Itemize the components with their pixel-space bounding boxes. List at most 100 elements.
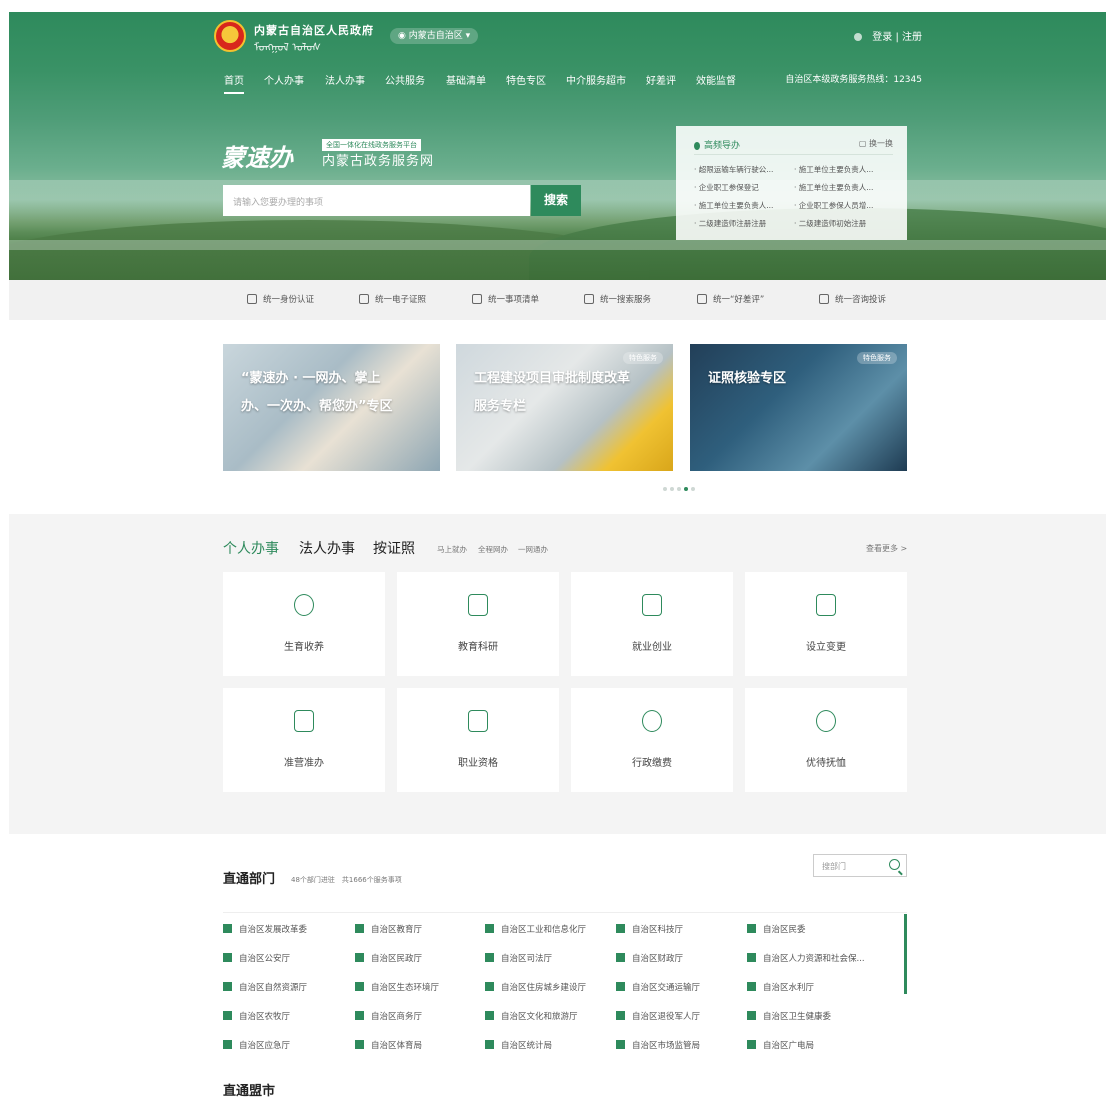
card-label: 生育收养 (284, 642, 324, 653)
dept-item[interactable]: 自治区科技厅 (616, 923, 744, 935)
banner-engineering[interactable]: 特色服务 工程建设项目审批制度改革 服务专栏 (456, 344, 673, 471)
hot-item[interactable]: · 企业职工参保人员增... (794, 200, 890, 211)
dept-item[interactable]: 自治区公安厅 (223, 952, 351, 964)
strip-item-evaluation[interactable]: 统一“好差评” (697, 293, 764, 305)
banner-license-verify[interactable]: 特色服务 证照核验专区 (690, 344, 907, 471)
service-card-employment[interactable]: 就业创业 (571, 572, 733, 676)
dept-item[interactable]: 自治区民政厅 (355, 952, 483, 964)
divider (694, 154, 893, 155)
mist-decoration (9, 240, 1106, 250)
dept-item[interactable]: 自治区司法厅 (485, 952, 613, 964)
service-card-qualification[interactable]: 职业资格 (397, 688, 559, 792)
dept-item[interactable]: 自治区退役军人厅 (616, 1010, 744, 1022)
dept-item[interactable]: 自治区人力资源和社会保... (747, 952, 897, 964)
hot-item[interactable]: · 超限运输车辆行驶公... (694, 164, 790, 175)
nav-item-supervision[interactable]: 效能监督 (696, 72, 736, 92)
carousel-dot-active[interactable] (684, 487, 688, 491)
tab-legal[interactable]: 法人办事 (299, 538, 355, 558)
card-label: 教育科研 (458, 642, 498, 653)
search-icon[interactable] (889, 859, 900, 870)
banner-text: 证照核验专区 (708, 371, 787, 386)
dept-item[interactable]: 自治区工业和信息化厅 (485, 923, 613, 935)
dept-item[interactable]: 自治区水利厅 (747, 981, 897, 993)
dept-item[interactable]: 自治区应急厅 (223, 1039, 351, 1051)
dept-item[interactable]: 自治区卫生健康委 (747, 1010, 897, 1022)
dept-item[interactable]: 自治区住房城乡建设厅 (485, 981, 613, 993)
service-card-care[interactable]: 优待抚恤 (745, 688, 907, 792)
national-emblem-icon[interactable] (214, 20, 246, 52)
dept-item[interactable]: 自治区财政厅 (616, 952, 744, 964)
dept-item[interactable]: 自治区统计局 (485, 1039, 613, 1051)
banner-text: 办、一次办、帮您办”专区 (241, 399, 393, 414)
nav-item-basic-list[interactable]: 基础清单 (446, 72, 486, 92)
strip-item-complaint[interactable]: 统一咨询投诉 (819, 293, 886, 305)
search-placeholder: 搜部门 (822, 862, 846, 871)
carousel-dot[interactable] (670, 487, 674, 491)
hot-item[interactable]: · 二级建造师初始注册 (794, 218, 890, 229)
nav-item-agency-market[interactable]: 中介服务超市 (566, 72, 626, 92)
service-card-register[interactable]: 设立变更 (745, 572, 907, 676)
hot-title-label: 高频导办 (704, 141, 741, 151)
search-button[interactable]: 搜索 (531, 185, 581, 216)
card-label: 设立变更 (806, 642, 846, 653)
tag-full-online[interactable]: 全程网办 (478, 544, 508, 555)
service-card-payment[interactable]: 行政缴费 (571, 688, 733, 792)
strip-item-e-license[interactable]: 统一电子证照 (359, 293, 426, 305)
nav-item-public[interactable]: 公共服务 (385, 72, 425, 92)
banner-badge: 特色服务 (623, 352, 663, 364)
employment-icon (642, 594, 662, 616)
tag-immediate[interactable]: 马上就办 (437, 544, 467, 555)
tab-license[interactable]: 按证照 (373, 538, 415, 558)
banner-text: “蒙速办 · 一网办、掌上 (241, 371, 381, 386)
search-input[interactable]: 请输入您要办理的事项 (223, 185, 530, 216)
card-label: 行政缴费 (632, 758, 672, 769)
nav-item-special[interactable]: 特色专区 (506, 72, 546, 92)
nav-item-evaluation[interactable]: 好差评 (646, 72, 676, 92)
refresh-button[interactable]: ▢ 换一换 (859, 138, 893, 149)
region-selector[interactable]: ◉ 内蒙古自治区 ▾ (390, 28, 479, 44)
dept-item[interactable]: 自治区民委 (747, 923, 897, 935)
banner-mengsuban[interactable]: “蒙速办 · 一网办、掌上 办、一次办、帮您办”专区 (223, 344, 440, 471)
nav-item-personal[interactable]: 个人办事 (264, 72, 304, 92)
service-card-permit[interactable]: 准营准办 (223, 688, 385, 792)
hot-item[interactable]: · 施工单位主要负责人... (794, 164, 890, 175)
department-search-input[interactable]: 搜部门 (813, 854, 907, 877)
carousel-dot[interactable] (663, 487, 667, 491)
login-register[interactable]: 登录 | 注册 (854, 28, 922, 43)
care-icon (816, 710, 836, 732)
service-card-education[interactable]: 教育科研 (397, 572, 559, 676)
view-more-link[interactable]: 查看更多 > (866, 543, 907, 554)
dept-item[interactable]: 自治区发展改革委 (223, 923, 351, 935)
strip-item-search[interactable]: 统一搜索服务 (584, 293, 651, 305)
hot-item[interactable]: · 二级建造师注册注册 (694, 218, 790, 229)
dept-item[interactable]: 自治区生态环境厅 (355, 981, 483, 993)
carousel-dots (663, 480, 698, 494)
dept-item[interactable]: 自治区农牧厅 (223, 1010, 351, 1022)
hot-item[interactable]: · 施工单位主要负责人... (794, 182, 890, 193)
carousel-dot[interactable] (691, 487, 695, 491)
dept-item[interactable]: 自治区商务厅 (355, 1010, 483, 1022)
hot-item[interactable]: · 施工单位主要负责人... (694, 200, 790, 211)
nav-item-legal[interactable]: 法人办事 (325, 72, 365, 92)
dept-item[interactable]: 自治区自然资源厅 (223, 981, 351, 993)
baby-icon (294, 594, 314, 616)
strip-item-identity[interactable]: 统一身份认证 (247, 293, 314, 305)
departments-scrollbar[interactable] (904, 914, 907, 994)
dept-item[interactable]: 自治区市场监管局 (616, 1039, 744, 1051)
tab-personal[interactable]: 个人办事 (223, 538, 279, 558)
carousel-dot[interactable] (677, 487, 681, 491)
service-hotline: 自治区本级政务服务热线：12345 (785, 75, 922, 85)
dept-item[interactable]: 自治区教育厅 (355, 923, 483, 935)
departments-title: 直通部门 (223, 872, 276, 887)
tag-one-network[interactable]: 一网通办 (518, 544, 548, 555)
strip-item-item-list[interactable]: 统一事项清单 (472, 293, 539, 305)
service-card-birth[interactable]: 生育收养 (223, 572, 385, 676)
dept-item[interactable]: 自治区文化和旅游厅 (485, 1010, 613, 1022)
unified-services-strip: 统一身份认证 统一电子证照 统一事项清单 统一搜索服务 统一“好差评” 统一咨询… (9, 280, 1106, 320)
hot-item[interactable]: · 企业职工参保登记 (694, 182, 790, 193)
dept-item[interactable]: 自治区体育局 (355, 1039, 483, 1051)
nav-item-home[interactable]: 首页 (224, 72, 244, 94)
dept-item[interactable]: 自治区广电局 (747, 1039, 897, 1051)
leagues-title: 直通盟市 (223, 1084, 276, 1099)
dept-item[interactable]: 自治区交通运输厅 (616, 981, 744, 993)
